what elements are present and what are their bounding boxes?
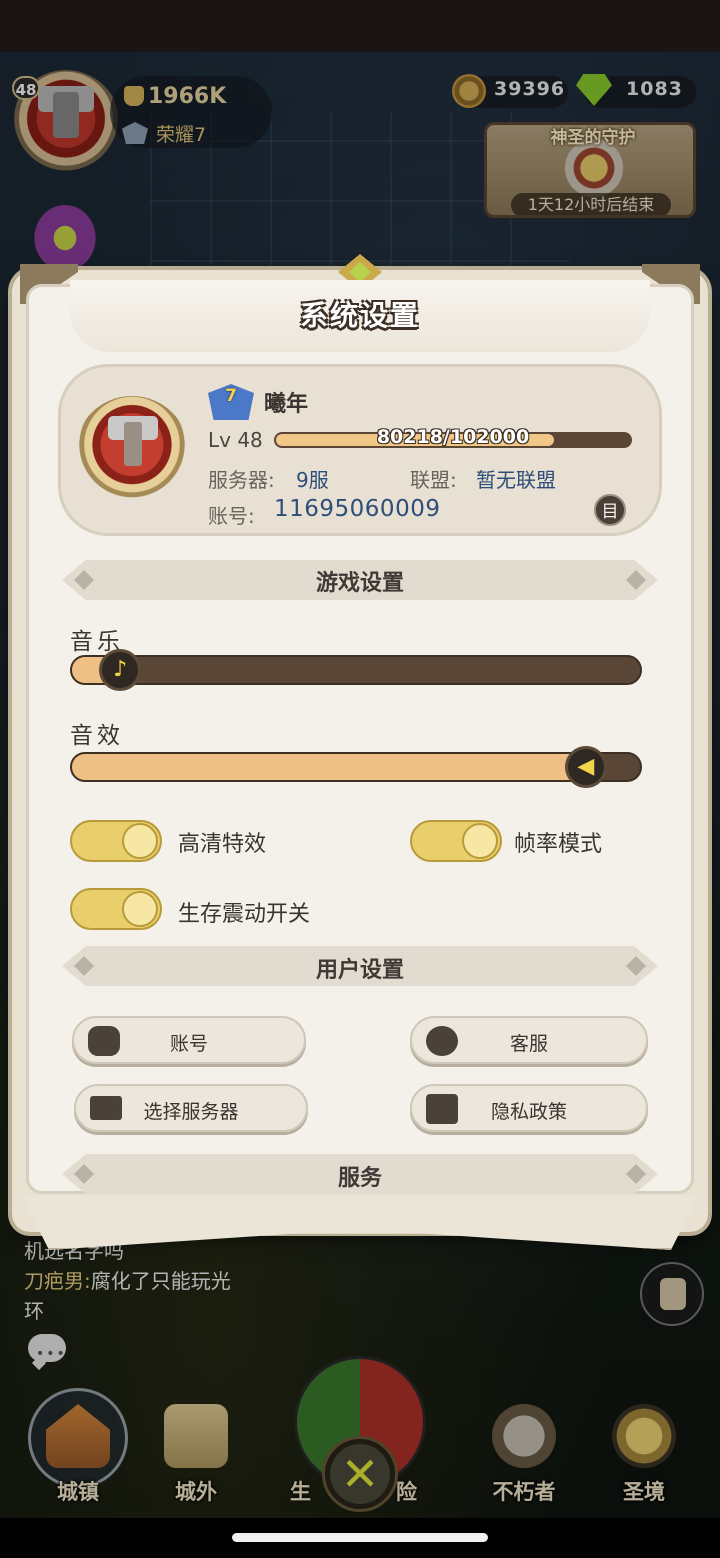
server-value: 9服 [296, 468, 329, 492]
hd-effects-toggle[interactable] [70, 820, 162, 862]
framerate-toggle[interactable] [410, 820, 502, 862]
player-name: 曦年 [264, 392, 309, 417]
select-server-button[interactable]: 选择服务器 [74, 1084, 308, 1132]
toggle-knob [122, 891, 158, 927]
xp-text: 80218/102000 [376, 426, 530, 448]
toggle-knob [122, 823, 158, 859]
button-label: 账号 [169, 1033, 208, 1055]
privacy-policy-button[interactable]: 隐私政策 [410, 1084, 648, 1132]
copy-account-icon[interactable]: 目 [594, 494, 626, 526]
alliance-key: 联盟: [410, 468, 457, 492]
alliance-value: 暂无联盟 [476, 468, 556, 492]
account-key: 账号: [208, 504, 255, 528]
speaker-icon[interactable]: ◀ [564, 746, 607, 788]
toggle-knob [462, 823, 498, 859]
hammer-handle-icon [124, 422, 142, 466]
profile-avatar[interactable] [76, 396, 188, 504]
section-title-game: 游戏设置 [315, 571, 404, 596]
button-label: 隐私政策 [490, 1101, 567, 1123]
home-indicator[interactable] [232, 1533, 488, 1542]
music-slider[interactable] [70, 655, 642, 685]
support-button[interactable]: 客服 [410, 1016, 648, 1064]
vibration-toggle[interactable] [70, 888, 162, 930]
hd-effects-label: 高清特效 [178, 832, 267, 857]
section-title-service: 服务 [337, 1166, 382, 1191]
player-level: Lv 48 [208, 428, 263, 452]
button-label: 选择服务器 [143, 1101, 239, 1123]
music-note-icon[interactable]: ♪ [99, 649, 142, 691]
server-key: 服务器: [208, 468, 275, 492]
dialog-title: 系统设置 [299, 299, 420, 332]
vip-level: 7 [225, 386, 237, 406]
sfx-slider-fill [72, 754, 589, 780]
account-button[interactable]: 账号 [72, 1016, 306, 1064]
framerate-label: 帧率模式 [514, 832, 603, 857]
button-label: 客服 [509, 1033, 548, 1055]
section-title-user: 用户设置 [315, 958, 404, 983]
sfx-label: 音效 [70, 723, 124, 749]
status-bar [0, 0, 720, 52]
account-value: 11695060009 [274, 496, 441, 522]
vibration-label: 生存震动开关 [178, 902, 311, 927]
